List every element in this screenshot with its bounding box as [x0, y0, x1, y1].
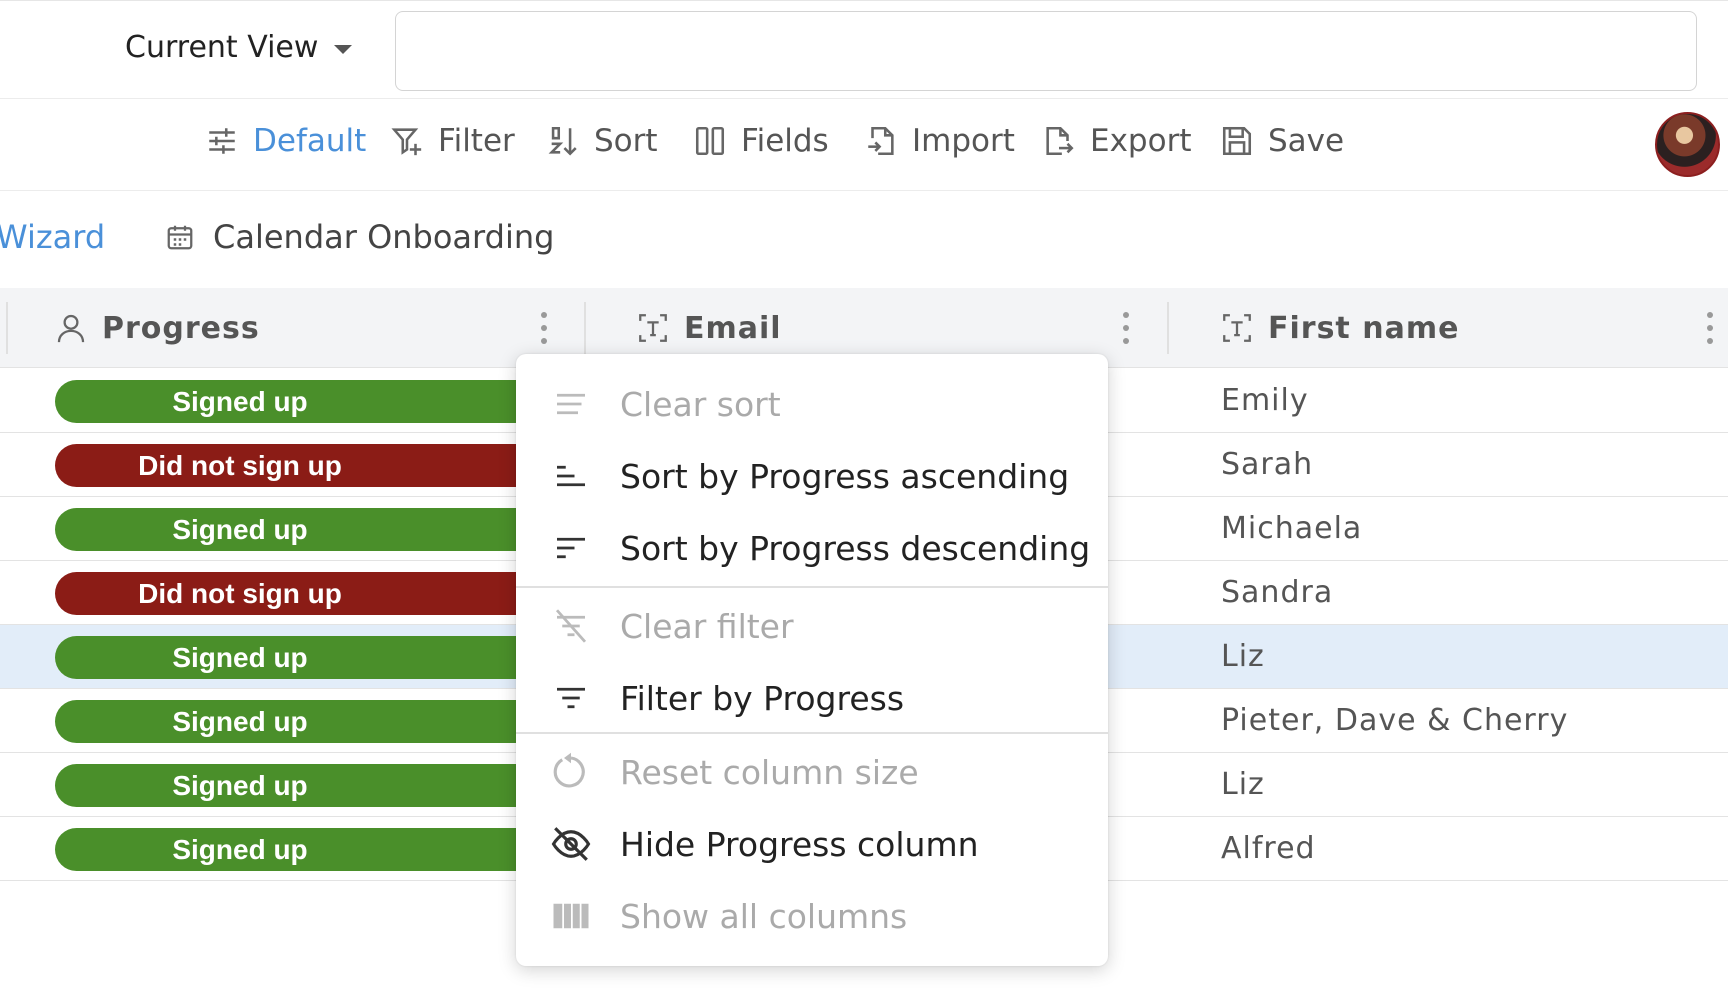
menu-item-label: Hide Progress column: [620, 824, 979, 864]
progress-badge[interactable]: Signed up: [55, 380, 575, 423]
file-import-icon: [868, 126, 894, 156]
sort-label: Sort: [594, 123, 658, 159]
filter-add-icon: [391, 128, 422, 156]
export-label: Export: [1090, 123, 1192, 159]
first-name-cell[interactable]: Michaela: [1221, 511, 1362, 546]
view-bar: Current View: [0, 2, 1728, 99]
column-resize-handle[interactable]: [6, 302, 8, 354]
column-resize-handle[interactable]: [584, 302, 586, 354]
first-name-cell[interactable]: Liz: [1221, 767, 1265, 802]
menu-item-clear-sort[interactable]: Clear sort: [516, 368, 1108, 440]
eye-off-icon: [551, 827, 591, 861]
menu-item-reset-column-size[interactable]: Reset column size: [516, 736, 1108, 808]
menu-item-filter-by-progress[interactable]: Filter by Progress: [516, 662, 1108, 734]
clear-sort-icon: [557, 393, 585, 415]
menu-item-label: Show all columns: [620, 896, 908, 936]
filter-button[interactable]: Filter: [390, 123, 515, 159]
menu-item-sort-descending[interactable]: Sort by Progress descending: [516, 512, 1108, 584]
column-menu-button-progress[interactable]: [540, 312, 548, 344]
sort-button[interactable]: Sort: [546, 123, 658, 159]
sort-descending-icon: [557, 537, 585, 559]
show-columns-icon: [553, 903, 589, 929]
column-menu-button-first-name[interactable]: [1706, 312, 1714, 344]
import-label: Import: [912, 123, 1015, 159]
toolbar: Default Filter Sort Fields Import Export…: [0, 99, 1728, 191]
menu-item-label: Filter by Progress: [620, 678, 905, 718]
chevron-down-icon: [334, 45, 353, 54]
menu-divider: [516, 732, 1108, 734]
column-label: Email: [684, 310, 782, 346]
menu-item-label: Sort by Progress ascending: [620, 456, 1070, 496]
save-button[interactable]: Save: [1220, 123, 1344, 159]
progress-badge[interactable]: Signed up: [55, 828, 575, 871]
filter-label: Filter: [438, 123, 515, 159]
file-export-icon: [1046, 126, 1074, 156]
menu-item-sort-ascending[interactable]: Sort by Progress ascending: [516, 440, 1108, 512]
progress-badge[interactable]: Signed up: [55, 764, 575, 807]
sort-ascending-icon: [557, 465, 585, 487]
menu-item-clear-filter[interactable]: Clear filter: [516, 590, 1108, 662]
current-view-dropdown[interactable]: Current View: [125, 30, 353, 65]
user-avatar[interactable]: [1655, 112, 1720, 177]
first-name-cell[interactable]: Liz: [1221, 639, 1265, 674]
progress-badge[interactable]: Signed up: [55, 700, 575, 743]
tab-calendar-onboarding[interactable]: Calendar Onboarding: [165, 218, 554, 256]
column-label: First name: [1268, 310, 1460, 346]
column-menu-button-email[interactable]: [1122, 312, 1130, 344]
fields-label: Fields: [741, 123, 829, 159]
sort-icon: [548, 126, 577, 156]
menu-item-label: Clear sort: [620, 384, 781, 424]
calendar-icon: [167, 225, 193, 250]
first-name-cell[interactable]: Sarah: [1221, 447, 1313, 482]
save-label: Save: [1268, 123, 1345, 159]
fields-button[interactable]: Fields: [693, 123, 829, 159]
tab-wizard-label: Wizard: [0, 218, 106, 256]
tab-wizard[interactable]: Wizard: [0, 218, 105, 256]
progress-badge[interactable]: Did not sign up: [55, 444, 575, 487]
reset-icon: [553, 752, 585, 788]
menu-item-label: Clear filter: [620, 606, 794, 646]
tab-calendar-label: Calendar Onboarding: [213, 218, 555, 256]
current-view-label: Current View: [125, 30, 319, 65]
menu-divider: [516, 586, 1108, 588]
progress-badge[interactable]: Signed up: [55, 508, 575, 551]
floppy-disk-icon: [1222, 126, 1252, 156]
import-button[interactable]: Import: [864, 123, 1015, 159]
menu-item-label: Sort by Progress descending: [620, 528, 1091, 568]
sliders-icon: [209, 128, 235, 154]
column-label: Progress: [102, 310, 260, 346]
person-icon: [57, 314, 85, 343]
view-search-input[interactable]: [395, 11, 1697, 91]
export-button[interactable]: Export: [1042, 123, 1191, 159]
first-name-cell[interactable]: Alfred: [1221, 831, 1316, 866]
columns-icon: [695, 126, 725, 156]
text-field-icon: [639, 314, 667, 342]
column-header-first-name[interactable]: First name: [1220, 288, 1459, 368]
column-header-progress[interactable]: Progress: [54, 288, 260, 368]
default-label: Default: [253, 123, 367, 159]
view-tabs: Wizard Calendar Onboarding: [0, 192, 1728, 287]
progress-badge[interactable]: Did not sign up: [55, 572, 575, 615]
menu-item-show-all-columns[interactable]: Show all columns: [516, 880, 1108, 952]
menu-item-hide-column[interactable]: Hide Progress column: [516, 808, 1108, 880]
column-resize-handle[interactable]: [1167, 302, 1169, 354]
filter-icon: [557, 687, 585, 709]
first-name-cell[interactable]: Emily: [1221, 383, 1309, 418]
text-field-icon: [1223, 314, 1251, 342]
default-view-button[interactable]: Default: [205, 123, 366, 159]
first-name-cell[interactable]: Sandra: [1221, 575, 1333, 610]
menu-item-label: Reset column size: [620, 752, 919, 792]
column-context-menu: Clear sort Sort by Progress ascending So…: [516, 354, 1108, 966]
first-name-cell[interactable]: Pieter, Dave & Cherry: [1221, 703, 1568, 738]
clear-filter-icon: [555, 609, 587, 643]
progress-badge[interactable]: Signed up: [55, 636, 575, 679]
